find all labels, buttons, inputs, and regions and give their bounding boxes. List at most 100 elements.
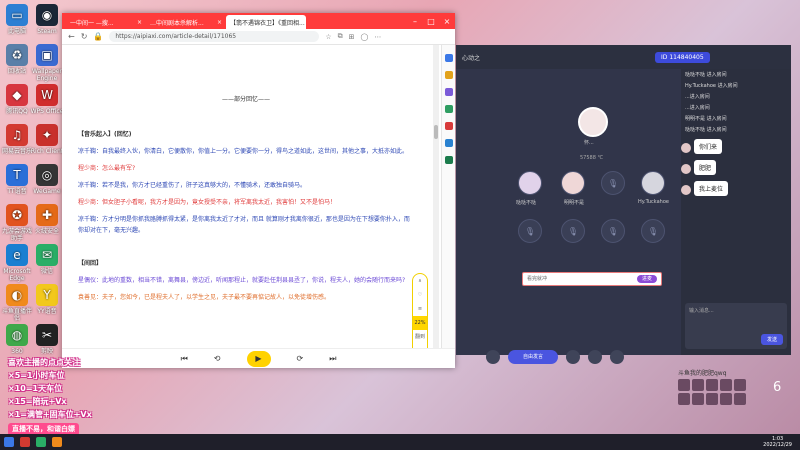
desktop-icon[interactable]: ✪ 九游会游戏助手 (0, 204, 34, 242)
scrollbar[interactable] (433, 45, 439, 348)
close-icon[interactable]: × (217, 19, 222, 26)
wechat-icon[interactable] (36, 437, 46, 447)
speaker-name: 凉千鞫： (78, 182, 103, 189)
desktop-icon[interactable]: T TT语音 (0, 164, 34, 195)
up-icon[interactable]: ∧ (413, 274, 427, 288)
rewind-icon[interactable]: ⟲ (214, 354, 221, 363)
divider-text: ——部分回忆—— (221, 96, 270, 103)
app-icon: ◆ (6, 84, 28, 106)
voice-header: 心动之 ID 114840405 (456, 45, 791, 69)
desktop-icon[interactable]: Y YY语音 (30, 284, 64, 315)
desktop-icon[interactable]: ✉ 微信 (30, 244, 64, 275)
flip-label[interactable]: 翻到 (413, 330, 427, 344)
room-id: 114840405 (669, 53, 704, 61)
seat-5-empty[interactable]: 🎙 (518, 219, 542, 243)
mic-toggle-icon[interactable] (566, 350, 580, 364)
chat-system-message: ...进入房间 (685, 105, 710, 111)
shopping-icon[interactable] (444, 71, 453, 79)
desktop-icon[interactable]: e Microsoft Edge (0, 244, 34, 282)
desktop-icon-label: Steam (37, 28, 57, 35)
dialogue-text: 若不是我，你方才已经重伤了，肝子这真够大的，不懂骑术，还敢独自骑马。 (102, 182, 307, 189)
app-icon: ◍ (6, 324, 28, 346)
seat-8-empty[interactable]: 🎙 (641, 219, 665, 243)
desktop-icon-label: TT语音 (7, 188, 27, 195)
speaker-name: 星偶仪： (78, 277, 103, 284)
close-window-icon[interactable]: × (439, 17, 455, 26)
seat-7-empty[interactable]: 🎙 (601, 219, 625, 243)
app-icon[interactable] (444, 156, 453, 164)
app-icon[interactable] (20, 437, 30, 447)
announcement-input[interactable]: 看完就冲 进麦 (522, 272, 662, 286)
article-content: ——部分回忆—— 【音乐起入】(回忆) 凉千鞫：自我最终入伙，你清白，它便散你，… (62, 45, 430, 348)
collections-icon[interactable]: ⊞ (349, 33, 355, 41)
desktop-icon[interactable]: ◉ Steam (30, 4, 64, 35)
outlook-icon[interactable] (444, 139, 453, 147)
search-icon[interactable] (444, 54, 453, 62)
desktop-icon[interactable]: ✦ Rich Client (30, 124, 64, 155)
desktop-icon[interactable]: ◍ 360 (0, 324, 34, 355)
send-button[interactable]: 发送 (760, 334, 783, 345)
seat-1[interactable] (518, 171, 542, 195)
desktop-icon[interactable]: ♻ 回收站 (0, 44, 34, 75)
app-icon[interactable] (52, 437, 62, 447)
speaker-icon[interactable] (588, 350, 602, 364)
play-button[interactable]: ▶ (246, 350, 271, 367)
tab-1[interactable]: 一中间一 —搜... × (66, 15, 146, 29)
scrollbar-thumb[interactable] (434, 125, 438, 139)
profile-icon[interactable]: ◯ (361, 33, 369, 41)
desktop-icon[interactable]: ▭ 此电脑 (0, 4, 34, 35)
desktop-icon[interactable]: W WPS Office (30, 84, 64, 115)
next-icon[interactable]: ⏭ (329, 354, 336, 364)
prev-icon[interactable]: ⏮ (181, 354, 188, 364)
system-clock[interactable]: 1:03 2022/12/29 (763, 436, 792, 448)
desktop-icon-label: 火绒安全 (34, 228, 59, 235)
desktop-icon[interactable]: ◎ WeGame (30, 164, 64, 195)
seat-6-empty[interactable]: 🎙 (561, 219, 585, 243)
office-icon[interactable] (444, 122, 453, 130)
chat-input[interactable]: 输入消息... 发送 (685, 303, 787, 349)
viewers-label: 斗鱼我的肥肥qwq (678, 370, 727, 377)
extension-icon[interactable]: ⧉ (338, 32, 343, 41)
menu-icon[interactable]: ⋯ (374, 33, 381, 41)
clock-date: 2022/12/29 (763, 442, 792, 448)
forward-icon[interactable]: ⟳ (297, 354, 304, 363)
desktop-icon-label: 斗鱼直播伴侣 (1, 308, 32, 322)
seat-2[interactable] (561, 171, 585, 195)
list-icon[interactable]: ≡ (413, 302, 427, 316)
start-icon[interactable] (4, 437, 14, 447)
mic-icon: 🎙 (607, 227, 619, 236)
desktop-icon[interactable]: ◐ 斗鱼直播伴侣 (0, 284, 34, 322)
heart-icon[interactable]: ♡ (413, 288, 427, 302)
star-icon[interactable]: ☆ (325, 33, 331, 41)
announcement-text: 看完就冲 (527, 276, 548, 282)
desktop-icon[interactable]: ✂ 剪映 (30, 324, 64, 355)
close-icon[interactable]: × (137, 19, 142, 26)
seat-3-empty[interactable]: 🎙 (601, 171, 625, 195)
desktop-icon[interactable]: ♫ 网易云音乐 (0, 124, 34, 155)
dialogue-text: 怎么最有军? (102, 165, 136, 172)
join-mic-button[interactable]: 进麦 (636, 275, 657, 283)
seat-4[interactable] (641, 171, 665, 195)
app-icon: ▭ (6, 4, 28, 26)
tools-icon[interactable] (444, 88, 453, 96)
desktop-icon[interactable]: ▣ Wallpaper Engine (30, 44, 64, 82)
games-icon[interactable] (444, 105, 453, 113)
section-heading: 【音乐起入】(回忆) (78, 131, 132, 138)
desktop-icon[interactable]: ◆ 腾讯QQ (0, 84, 34, 115)
maximize-icon[interactable]: □ (423, 17, 439, 26)
room-id-badge[interactable]: ID 114840405 (655, 51, 710, 63)
host-avatar[interactable] (578, 107, 608, 137)
speak-mode-button[interactable]: 自由发言 (508, 350, 558, 364)
chat-system-message: ...进入房间 (685, 94, 710, 100)
settings-icon[interactable] (486, 350, 500, 364)
tab-3-active[interactable]: 【翡不遇锦衣卫】《重回相...× (226, 15, 306, 29)
tab-2[interactable]: …中间剧本杀解析... × (146, 15, 226, 29)
url-field[interactable]: https://aipiaxi.com/article-detail/17106… (109, 31, 320, 42)
minimize-icon[interactable]: – (407, 17, 423, 26)
desktop-icon[interactable]: ✚ 火绒安全 (30, 204, 64, 235)
refresh-icon[interactable]: ↻ (81, 32, 88, 41)
back-icon[interactable]: ← (68, 32, 75, 41)
gift-icon[interactable] (610, 350, 624, 364)
viewer-avatars (678, 379, 746, 391)
chat-bubble-row: 我上麦位 (681, 181, 791, 196)
